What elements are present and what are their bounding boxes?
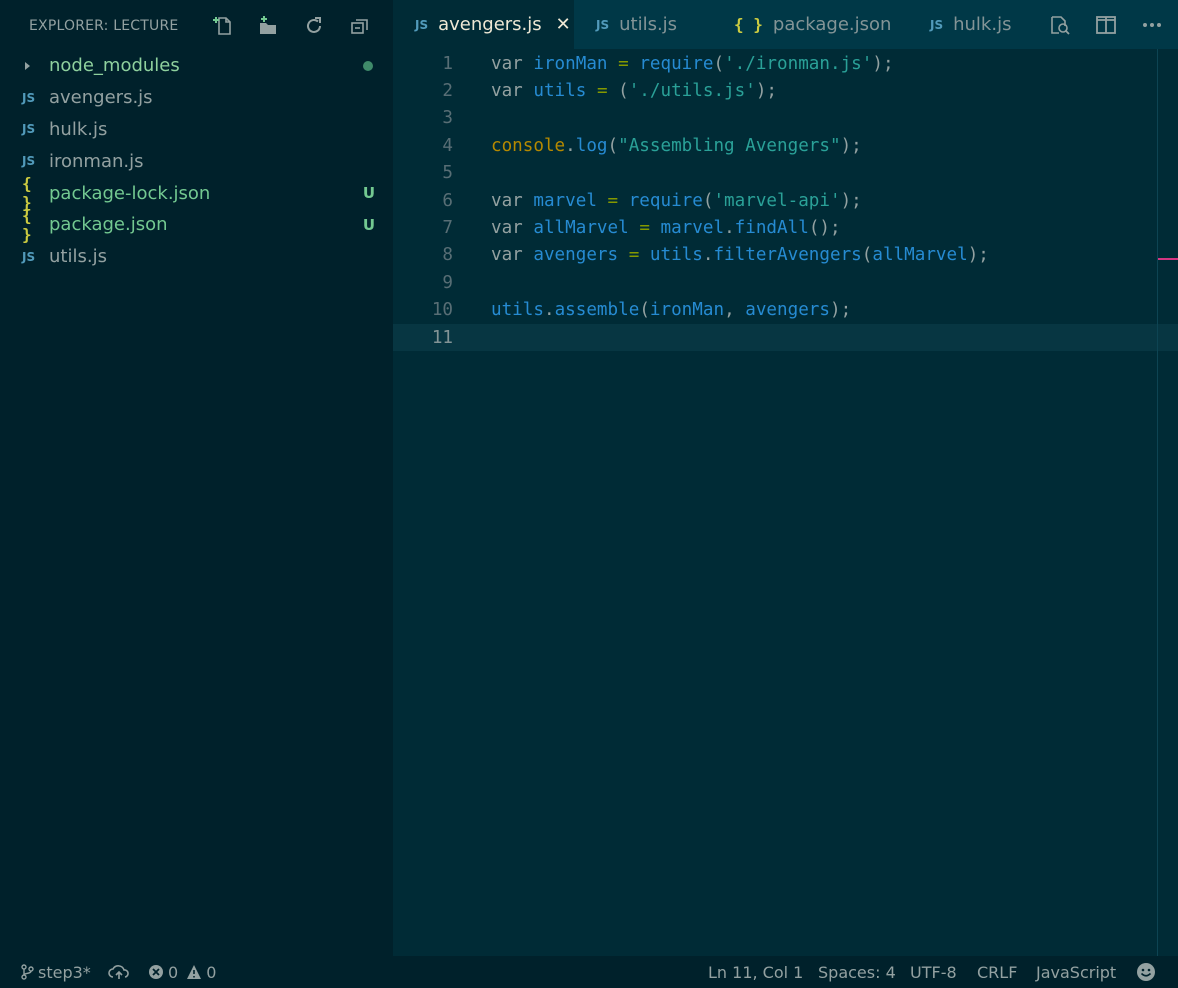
chevron-right-icon[interactable]	[22, 60, 49, 72]
tree-file-avengers-js[interactable]: JS avengers.js	[0, 82, 393, 114]
tree-item-label: node_modules	[49, 55, 180, 77]
code-line[interactable]: 2 var utils = ('./utils.js');	[393, 77, 1178, 104]
file-tree: node_modules JS avengers.js JS hulk.js J…	[0, 50, 393, 273]
line-number: 10	[431, 300, 453, 321]
tree-item-label: package.json	[49, 214, 168, 236]
more-actions-icon[interactable]	[1140, 13, 1164, 37]
line-number: 6	[442, 190, 453, 211]
code-line[interactable]: 9	[393, 269, 1178, 296]
explorer-title: EXPLORER: LECTURE	[29, 18, 179, 34]
line-number: 5	[442, 163, 453, 184]
code-text[interactable]: var avengers = utils.filterAvengers(allM…	[491, 245, 989, 265]
line-number: 2	[442, 81, 453, 102]
overview-ruler[interactable]	[1157, 49, 1158, 956]
tab-label: hulk.js	[953, 14, 1012, 35]
line-number: 7	[442, 218, 453, 239]
warning-count: 0	[206, 962, 217, 982]
explorer-header: EXPLORER: LECTURE	[0, 0, 393, 52]
tree-item-label: hulk.js	[49, 118, 108, 140]
untracked-badge: U	[362, 215, 375, 234]
js-file-icon: JS	[415, 17, 429, 32]
branch-name: step3*	[38, 962, 91, 982]
line-number: 3	[442, 108, 453, 129]
code-line[interactable]: 1 var ironMan = require('./ironman.js');	[393, 50, 1178, 77]
language-mode[interactable]: JavaScript	[1036, 963, 1116, 982]
code-line[interactable]: 3	[393, 105, 1178, 132]
sync-icon[interactable]	[108, 963, 134, 981]
code-text[interactable]: utils.assemble(ironMan, avengers);	[491, 300, 851, 320]
tab-avengers-js[interactable]: JS avengers.js ✕	[393, 0, 574, 49]
tree-item-label: ironman.js	[49, 150, 144, 172]
js-file-icon: JS	[930, 17, 944, 32]
line-number: 11	[431, 327, 453, 348]
code-line[interactable]: 8 var avengers = utils.filterAvengers(all…	[393, 242, 1178, 269]
tree-item-label: utils.js	[49, 246, 107, 268]
overview-ruler-marker	[1158, 258, 1178, 260]
code-line[interactable]: 6 var marvel = require('marvel-api');	[393, 187, 1178, 214]
tree-folder-node-modules[interactable]: node_modules	[0, 50, 393, 82]
code-text[interactable]: console.log("Assembling Avengers");	[491, 136, 862, 156]
js-file-icon: JS	[22, 122, 36, 137]
js-file-icon: JS	[596, 17, 610, 32]
tab-utils-js[interactable]: JS utils.js	[574, 0, 712, 49]
code-editor[interactable]: 1 var ironMan = require('./ironman.js'); 2…	[393, 49, 1178, 956]
tree-file-utils-js[interactable]: JS utils.js	[0, 241, 393, 273]
tree-file-package-json[interactable]: { } package.json U	[0, 205, 393, 244]
line-number: 1	[442, 53, 453, 74]
tree-item-label: avengers.js	[49, 87, 153, 109]
explorer-sidebar: EXPLORER: LECTURE node_modules JS avenge…	[0, 0, 393, 956]
line-number: 9	[442, 272, 453, 293]
new-folder-icon[interactable]	[256, 14, 280, 38]
cursor-position[interactable]: Ln 11, Col 1	[708, 963, 803, 982]
code-line[interactable]: 10 utils.assemble(ironMan, avengers);	[393, 297, 1178, 324]
split-editor-icon[interactable]	[1094, 13, 1118, 37]
code-text[interactable]: var marvel = require('marvel-api');	[491, 191, 862, 211]
code-line[interactable]: 7 var allMarvel = marvel.findAll();	[393, 214, 1178, 241]
branch-status[interactable]: step3*	[20, 963, 91, 982]
tree-file-ironman-js[interactable]: JS ironman.js	[0, 145, 393, 177]
tab-label: avengers.js	[438, 14, 542, 35]
line-number: 8	[442, 245, 453, 266]
js-file-icon: JS	[22, 154, 36, 169]
tab-hulk-js[interactable]: JS hulk.js	[908, 0, 1028, 49]
open-changes-icon[interactable]	[1048, 13, 1072, 37]
js-file-icon: JS	[22, 90, 36, 105]
git-branch-icon	[21, 964, 34, 980]
code-text[interactable]: var utils = ('./utils.js');	[491, 81, 777, 101]
editor-tab-bar: JS avengers.js ✕ JS utils.js { } package…	[393, 0, 1178, 49]
tree-item-label: package-lock.json	[49, 182, 211, 204]
json-file-icon: { }	[22, 205, 32, 244]
new-file-icon[interactable]	[210, 14, 234, 38]
tab-package-json[interactable]: { } package.json	[712, 0, 908, 49]
eol-status[interactable]: CRLF	[977, 963, 1017, 982]
tab-label: package.json	[772, 14, 892, 35]
status-bar: step3* 0 0 Ln 11, Col 1 Spaces: 4 UTF-8 …	[0, 956, 1178, 988]
error-icon	[149, 965, 163, 979]
close-icon[interactable]: ✕	[556, 14, 571, 35]
warning-icon	[187, 965, 202, 979]
code-line[interactable]: 11	[393, 324, 1178, 352]
problems-status[interactable]: 0 0	[148, 963, 216, 982]
json-file-icon: { }	[734, 15, 763, 34]
code-line[interactable]: 5	[393, 160, 1178, 187]
line-number: 4	[442, 135, 453, 156]
collapse-all-icon[interactable]	[348, 14, 372, 38]
untracked-badge: U	[362, 184, 375, 203]
indentation-status[interactable]: Spaces: 4	[818, 963, 896, 982]
code-text[interactable]: var ironMan = require('./ironman.js');	[491, 54, 894, 74]
encoding-status[interactable]: UTF-8	[910, 963, 957, 982]
tree-file-hulk-js[interactable]: JS hulk.js	[0, 114, 393, 146]
refresh-icon[interactable]	[302, 14, 326, 38]
code-text[interactable]: var allMarvel = marvel.findAll();	[491, 218, 841, 238]
code-line[interactable]: 4 console.log("Assembling Avengers");	[393, 132, 1178, 159]
js-file-icon: JS	[22, 249, 36, 264]
error-count: 0	[168, 962, 179, 982]
modified-dot-icon	[363, 60, 373, 71]
feedback-smiley-icon[interactable]	[1136, 962, 1160, 982]
tab-label: utils.js	[619, 14, 678, 35]
tree-file-package-lock-json[interactable]: { } package-lock.json U	[0, 174, 393, 212]
